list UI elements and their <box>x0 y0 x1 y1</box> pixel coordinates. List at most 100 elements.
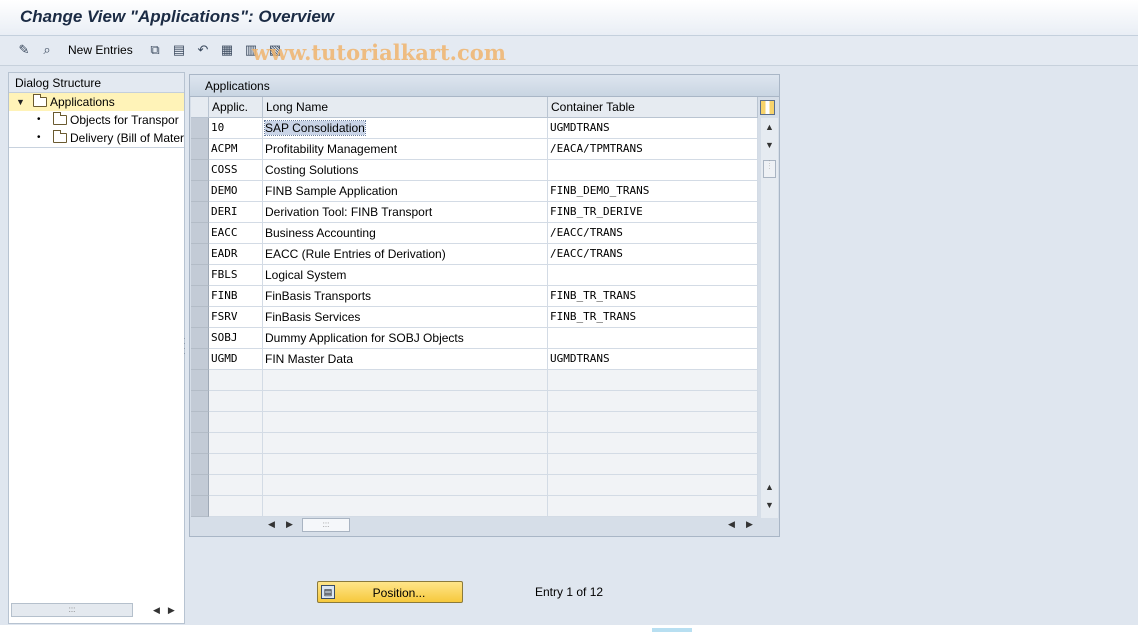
row-selector[interactable] <box>191 244 209 265</box>
row-selector[interactable] <box>191 328 209 349</box>
table-row[interactable]: FBLS Logical System <box>191 265 761 286</box>
empty-table-row[interactable] <box>191 412 761 433</box>
cell-long-name[interactable]: Derivation Tool: FINB Transport <box>263 202 548 223</box>
scroll-down-icon[interactable]: ▼ <box>765 140 774 150</box>
table-row[interactable]: FINB FinBasis Transports FINB_TR_TRANS <box>191 286 761 307</box>
row-selector[interactable] <box>191 139 209 160</box>
table-row[interactable]: FSRV FinBasis Services FINB_TR_TRANS <box>191 307 761 328</box>
tree-item-applications[interactable]: ▼ Applications <box>9 93 184 111</box>
empty-table-row[interactable] <box>191 475 761 496</box>
empty-table-row[interactable] <box>191 370 761 391</box>
edit-pencil-icon[interactable]: ✎ <box>15 41 33 59</box>
column-header-long-name[interactable]: Long Name <box>263 97 548 118</box>
empty-table-row[interactable] <box>191 391 761 412</box>
row-selector[interactable] <box>191 202 209 223</box>
row-selector[interactable] <box>191 223 209 244</box>
position-button[interactable]: ▤ Position... <box>317 581 463 603</box>
undo-icon[interactable]: ↶ <box>194 41 212 59</box>
new-entries-button[interactable]: New Entries <box>68 43 133 57</box>
scroll-thumb[interactable]: ::: <box>302 518 350 532</box>
cell-applic[interactable]: FBLS <box>209 265 263 286</box>
select-all-column-header[interactable] <box>191 97 209 118</box>
cell-container-table[interactable] <box>548 391 758 412</box>
cell-long-name[interactable]: FINB Sample Application <box>263 181 548 202</box>
cell-applic[interactable]: ACPM <box>209 139 263 160</box>
cell-container-table[interactable]: /EACA/TPMTRANS <box>548 139 758 160</box>
cell-applic[interactable]: 10 <box>209 118 263 139</box>
cell-applic[interactable] <box>209 391 263 412</box>
row-selector[interactable] <box>191 475 209 496</box>
cell-applic[interactable]: DEMO <box>209 181 263 202</box>
cell-container-table[interactable]: FINB_TR_TRANS <box>548 307 758 328</box>
cell-long-name[interactable]: Costing Solutions <box>263 160 548 181</box>
cell-applic[interactable]: EACC <box>209 223 263 244</box>
tree-item-objects-for-transport[interactable]: • Objects for Transpor <box>9 111 184 129</box>
cell-applic[interactable]: UGMD <box>209 349 263 370</box>
cell-long-name[interactable]: Business Accounting <box>263 223 548 244</box>
cell-long-name[interactable]: FIN Master Data <box>263 349 548 370</box>
horizontal-scrollbar[interactable]: ::: <box>11 603 133 617</box>
table-row[interactable]: COSS Costing Solutions <box>191 160 761 181</box>
cell-applic[interactable]: DERI <box>209 202 263 223</box>
cell-long-name[interactable] <box>263 496 548 517</box>
expand-arrow-icon[interactable]: ▼ <box>16 93 25 111</box>
horizontal-scrollbar[interactable]: ◀ ▶ ::: ◀ ▶ <box>256 517 756 535</box>
display-icon[interactable]: ⌕ <box>38 41 56 59</box>
cell-container-table[interactable] <box>548 454 758 475</box>
cell-container-table[interactable]: /EACC/TRANS <box>548 244 758 265</box>
table-row[interactable]: EACC Business Accounting/EACC/TRANS <box>191 223 761 244</box>
row-selector[interactable] <box>191 181 209 202</box>
scroll-up-icon[interactable]: ▲ <box>765 482 774 492</box>
row-selector[interactable] <box>191 265 209 286</box>
cell-container-table[interactable] <box>548 328 758 349</box>
table-row[interactable]: EADR EACC (Rule Entries of Derivation) /EA… <box>191 244 761 265</box>
empty-table-row[interactable] <box>191 496 761 517</box>
scroll-right-icon[interactable]: ▶ <box>286 519 293 530</box>
row-selector[interactable] <box>191 160 209 181</box>
table-row[interactable]: SOBJ Dummy Application for SOBJ Objects <box>191 328 761 349</box>
table-row[interactable]: DERI Derivation Tool: FINB Transport FINB_… <box>191 202 761 223</box>
table-row[interactable]: ACPM Profitability Management/EACA/TPMTRA… <box>191 139 761 160</box>
cell-long-name[interactable] <box>263 454 548 475</box>
cell-long-name[interactable]: FinBasis Transports <box>263 286 548 307</box>
vertical-scrollbar[interactable]: ▲ ▼ :: ▲ ▼ <box>761 118 778 518</box>
row-selector[interactable] <box>191 412 209 433</box>
cell-long-name[interactable] <box>263 433 548 454</box>
cell-container-table[interactable]: UGMDTRANS <box>548 118 758 139</box>
cell-applic[interactable] <box>209 475 263 496</box>
cell-container-table[interactable] <box>548 496 758 517</box>
empty-table-row[interactable] <box>191 433 761 454</box>
scroll-arrows[interactable]: ◀▶ <box>153 605 183 616</box>
scroll-thumb[interactable]: :: <box>763 160 776 178</box>
panel-splitter[interactable]: · · · · <box>183 334 186 358</box>
cell-container-table[interactable] <box>548 412 758 433</box>
cell-applic[interactable] <box>209 496 263 517</box>
cell-applic[interactable]: EADR <box>209 244 263 265</box>
scroll-right-icon[interactable]: ▶ <box>746 519 753 530</box>
row-selector[interactable] <box>191 433 209 454</box>
cell-long-name[interactable]: Dummy Application for SOBJ Objects <box>263 328 548 349</box>
cell-applic[interactable]: FSRV <box>209 307 263 328</box>
cell-container-table[interactable] <box>548 160 758 181</box>
scroll-left-icon[interactable]: ◀ <box>728 519 735 530</box>
cell-container-table[interactable]: FINB_TR_DERIVE <box>548 202 758 223</box>
cell-applic[interactable] <box>209 454 263 475</box>
table-row[interactable]: DEMO FINB Sample Application FINB_DEMO_TRA… <box>191 181 761 202</box>
cell-container-table[interactable]: FINB_TR_TRANS <box>548 286 758 307</box>
table-settings-icon[interactable] <box>760 100 775 115</box>
column-header-applic[interactable]: Applic. <box>209 97 263 118</box>
column-header-container-table[interactable]: Container Table <box>548 97 758 118</box>
cell-long-name[interactable] <box>263 475 548 496</box>
row-selector[interactable] <box>191 286 209 307</box>
cell-applic[interactable] <box>209 412 263 433</box>
scroll-left-icon[interactable]: ◀ <box>268 519 275 530</box>
cell-long-name[interactable]: SAP Consolidation <box>263 118 548 139</box>
cell-applic[interactable]: FINB <box>209 286 263 307</box>
cell-long-name[interactable]: Logical System <box>263 265 548 286</box>
scroll-down-icon[interactable]: ▼ <box>765 500 774 510</box>
cell-long-name[interactable] <box>263 391 548 412</box>
delete-icon[interactable]: ▤ <box>170 41 188 59</box>
row-selector[interactable] <box>191 391 209 412</box>
row-selector[interactable] <box>191 496 209 517</box>
row-selector[interactable] <box>191 307 209 328</box>
